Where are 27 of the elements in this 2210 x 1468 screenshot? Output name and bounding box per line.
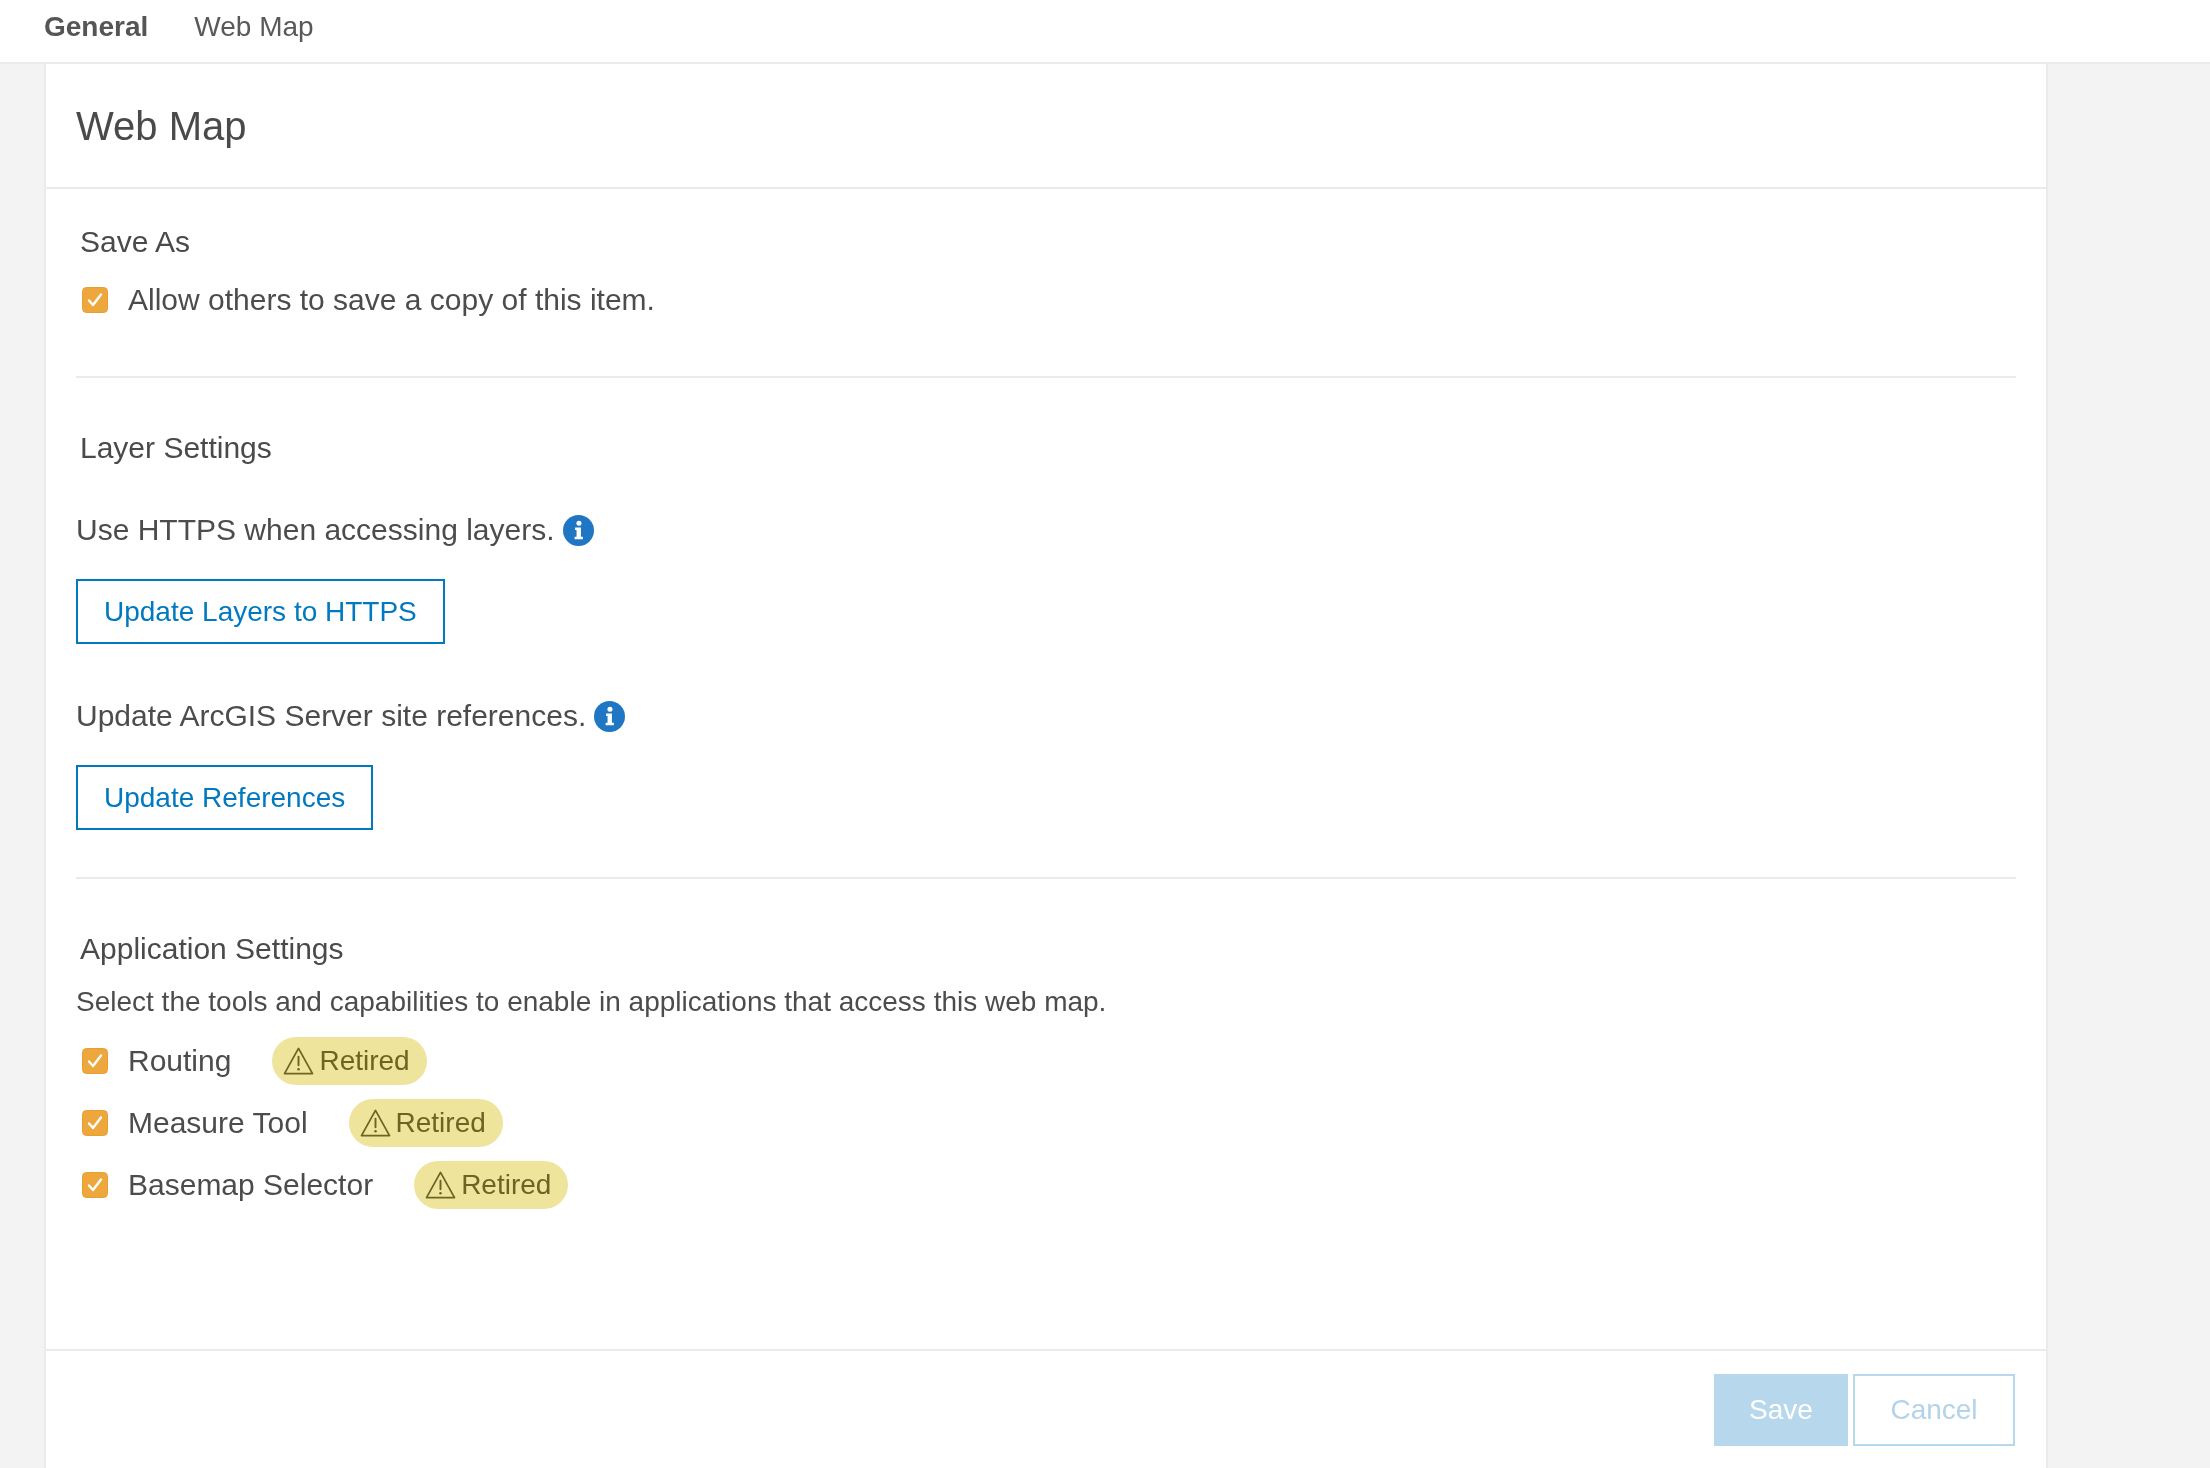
setting-description: Update ArcGIS Server site references. (76, 698, 587, 734)
section-heading: Save As (79, 224, 191, 260)
update-button[interactable]: Update Layers to HTTPS (76, 579, 445, 644)
checkbox[interactable] (82, 1110, 108, 1136)
warning-icon (359, 1109, 391, 1137)
section-heading: Layer Settings (79, 430, 272, 466)
section-heading: Application Settings (79, 931, 344, 967)
checkbox-label: Allow others to save a copy of this item. (128, 282, 655, 318)
panel-title: Web Map (76, 102, 247, 150)
checkbox[interactable] (82, 1048, 108, 1074)
info-icon[interactable] (594, 700, 626, 732)
checkbox-label: Measure Tool (128, 1105, 308, 1141)
warning-icon (425, 1171, 457, 1199)
tab[interactable]: General (30, 7, 163, 47)
tab[interactable]: Web Map (180, 7, 328, 47)
warning-icon (283, 1047, 315, 1075)
checkbox[interactable] (82, 1172, 108, 1198)
section-description: Select the tools and capabilities to enable in applications that access this web map. (76, 985, 1107, 1019)
checkbox-label: Basemap Selector (128, 1167, 374, 1203)
info-icon[interactable] (562, 514, 594, 546)
status-text: Retired (319, 1044, 410, 1078)
update-button[interactable]: Update References (76, 765, 374, 830)
status-text: Retired (461, 1168, 552, 1202)
checkbox[interactable] (82, 287, 108, 313)
checkbox-label: Routing (128, 1043, 232, 1079)
status-text: Retired (395, 1106, 486, 1140)
setting-description: Use HTTPS when accessing layers. (76, 512, 555, 548)
